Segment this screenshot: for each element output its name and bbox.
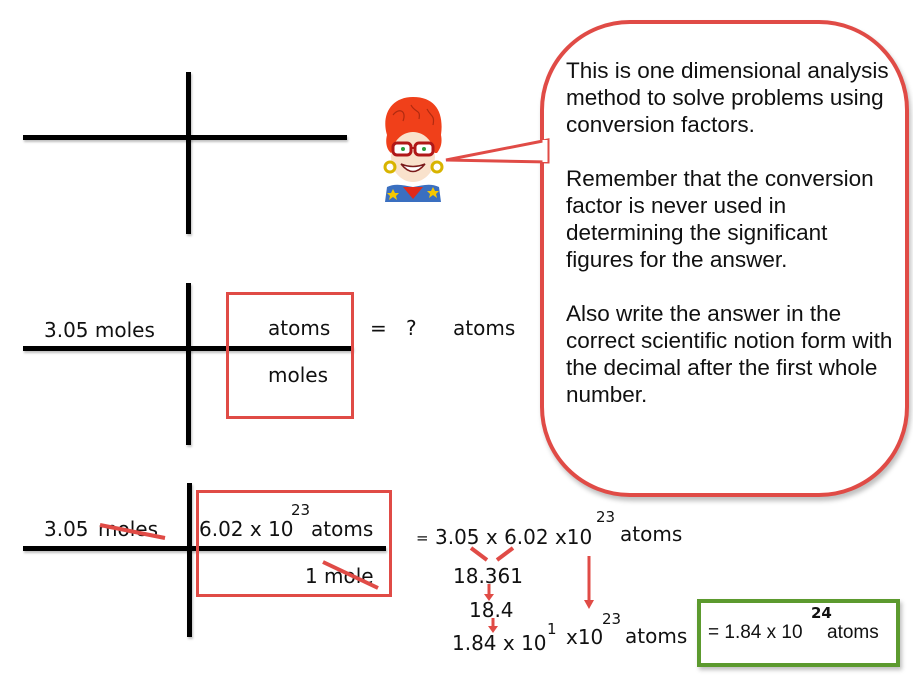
work-times-power: x10: [566, 625, 604, 649]
arrow-power-down: [584, 556, 594, 609]
combine-mark-left: [469, 546, 489, 562]
setup-equals-sign: =: [370, 316, 387, 340]
factor-numerator-unit: atoms: [311, 517, 374, 541]
t-chart-1-vertical-line: [186, 72, 191, 234]
setup-unknown: ?: [406, 316, 417, 340]
t-chart-2-vertical-line: [186, 283, 191, 445]
conversion-factor-box: [226, 292, 354, 419]
factor-numerator-value: 6.02 x 10: [199, 517, 294, 541]
final-answer-prefix: = 1.84 x 10: [708, 622, 803, 643]
work-expression-unit: atoms: [620, 522, 683, 546]
setup-given-quantity: 3.05 moles: [44, 318, 155, 342]
setup-numerator-unit: atoms: [268, 316, 331, 340]
final-answer-unit: atoms: [827, 622, 879, 643]
factor-numerator-exponent: 23: [291, 501, 311, 519]
solved-given-number: 3.05: [44, 517, 89, 541]
work-sci-exponent: 1: [547, 620, 557, 638]
combine-mark-right: [495, 546, 515, 562]
work-product: 18.361: [453, 564, 523, 588]
work-equals-sign: =: [416, 529, 429, 547]
solved-given-unit: moles: [98, 517, 158, 541]
factor-denominator-number: 1: [305, 564, 318, 588]
setup-denominator-unit: moles: [268, 363, 328, 387]
bubble-paragraph-2: Remember that the conversion factor is n…: [566, 166, 874, 272]
factor-denominator-unit: mole: [324, 564, 374, 588]
work-final-unit: atoms: [625, 624, 688, 648]
work-expression: 3.05 x 6.02 x10: [435, 525, 593, 549]
speech-bubble-text: This is one dimensional analysis method …: [566, 57, 896, 435]
bubble-paragraph-1: This is one dimensional analysis method …: [566, 58, 889, 137]
final-answer-exponent: 24: [811, 604, 832, 622]
teacher-cartoon-icon: [381, 95, 446, 202]
work-rounded: 18.4: [469, 598, 514, 622]
work-expression-exponent: 23: [596, 508, 616, 526]
work-sci-mantissa: 1.84 x 10: [452, 631, 547, 655]
bubble-paragraph-3: Also write the answer in the correct sci…: [566, 301, 893, 407]
t-chart-1-horizontal-line: [23, 135, 347, 140]
setup-result-unit: atoms: [453, 316, 516, 340]
work-times-power-exponent: 23: [602, 610, 622, 628]
t-chart-3-vertical-line: [187, 483, 192, 637]
